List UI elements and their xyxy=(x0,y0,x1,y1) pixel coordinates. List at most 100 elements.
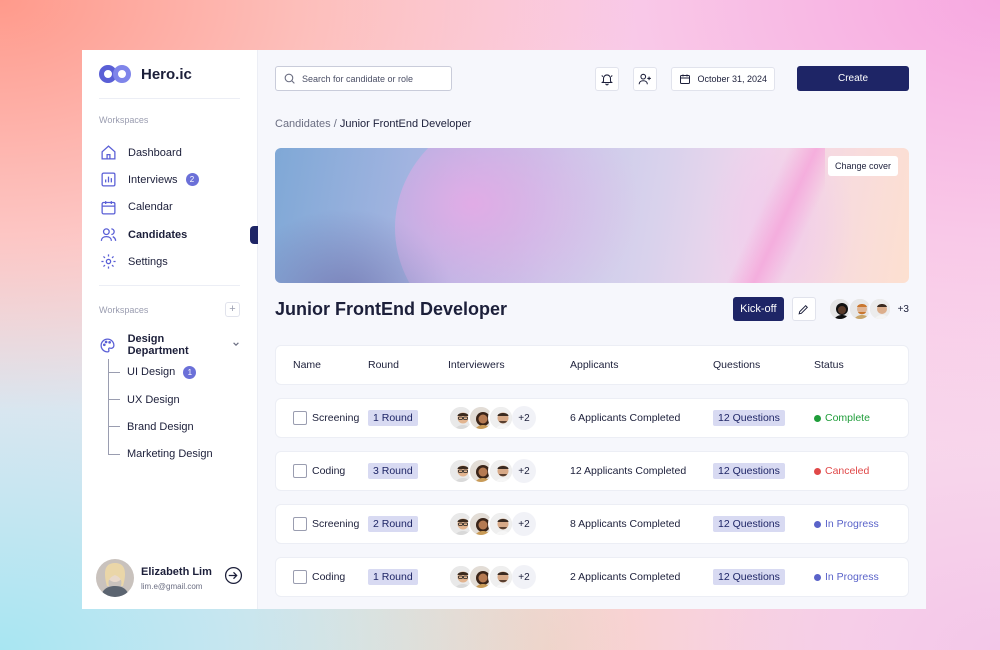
notifications-button[interactable] xyxy=(595,66,620,91)
avatar xyxy=(488,405,514,431)
interviewer-avatars[interactable]: +2 xyxy=(448,564,570,590)
sidebar-item-settings[interactable]: Settings xyxy=(99,248,240,275)
row-name: Coding xyxy=(312,571,346,583)
interviewer-avatars[interactable]: +2 xyxy=(448,458,570,484)
status-text: In Progress xyxy=(825,571,879,583)
questions-pill: 12 Questions xyxy=(713,463,785,479)
avatar xyxy=(867,297,892,321)
avatar xyxy=(488,564,514,590)
questions-pill: 12 Questions xyxy=(713,516,785,532)
sidebar-item-label: Calendar xyxy=(128,201,173,214)
sidebar-item-label: Dashboard xyxy=(128,146,182,159)
chart-icon xyxy=(99,171,117,189)
table-row[interactable]: Screening 2 Round +2 8 Applicants Comple… xyxy=(275,504,909,544)
change-cover-button[interactable]: Change cover xyxy=(827,156,898,176)
more-interviewers: +2 xyxy=(512,512,536,536)
sidebar-item-interviews[interactable]: Interviews 2 xyxy=(99,166,240,193)
users-icon xyxy=(99,226,117,244)
home-icon xyxy=(99,144,117,162)
table-row[interactable]: Coding 3 Round +2 12 Applicants Complete… xyxy=(275,451,909,491)
sub-item-label: Brand Design xyxy=(127,421,194,434)
status-text: Canceled xyxy=(825,465,870,477)
table-header: Name Round Interviewers Applicants Quest… xyxy=(275,345,909,385)
header-questions: Questions xyxy=(713,359,761,371)
team-avatars[interactable]: +3 xyxy=(827,297,909,321)
count-badge: 1 xyxy=(183,365,197,379)
avatar xyxy=(488,458,514,484)
rounds-table: Name Round Interviewers Applicants Quest… xyxy=(275,345,909,597)
table-row[interactable]: Screening 1 Round +2 6 Applicants Comple… xyxy=(275,398,909,438)
row-name: Screening xyxy=(312,518,360,530)
user-name: Elizabeth Lim xyxy=(141,565,212,578)
date-text: October 31, 2024 xyxy=(697,73,767,84)
add-user-button[interactable] xyxy=(633,66,658,91)
row-checkbox[interactable] xyxy=(293,464,307,478)
brand-name: Hero.ic xyxy=(141,65,192,83)
status-dot xyxy=(814,467,821,475)
interviewer-avatars[interactable]: +2 xyxy=(448,405,570,431)
status-badge: Canceled xyxy=(814,465,908,477)
kickoff-button[interactable]: Kick-off xyxy=(733,297,784,321)
more-interviewers: +2 xyxy=(512,406,536,430)
sub-item-label: Marketing Design xyxy=(127,448,213,461)
sidebar-item-calendar[interactable]: Calendar xyxy=(99,194,240,221)
user-profile[interactable]: Elizabeth Lim lim.e@gmail.com xyxy=(96,559,243,597)
applicants-text: 2 Applicants Completed xyxy=(570,571,681,583)
brand-logo[interactable]: Hero.ic xyxy=(99,50,240,98)
header-name: Name xyxy=(293,359,322,371)
status-text: In Progress xyxy=(825,518,879,530)
date-picker-button[interactable]: October 31, 2024 xyxy=(671,66,775,91)
sub-item-ux-design[interactable]: UX Design xyxy=(108,386,240,413)
sidebar-item-candidates[interactable]: Candidates xyxy=(99,221,258,248)
divider xyxy=(99,98,240,99)
search-placeholder: Search for candidate or role xyxy=(302,73,414,84)
search-icon xyxy=(284,73,295,84)
search-input[interactable]: Search for candidate or role xyxy=(275,66,452,91)
section-label-text: Workspaces xyxy=(99,115,149,125)
chevron-down-icon[interactable] xyxy=(232,339,240,351)
sidebar-item-dashboard[interactable]: Dashboard xyxy=(99,139,240,166)
add-workspace-button[interactable]: + xyxy=(225,302,240,318)
topbar: Search for candidate or role October 31,… xyxy=(275,50,909,107)
row-checkbox[interactable] xyxy=(293,570,307,584)
status-dot xyxy=(814,414,821,422)
interviewer-avatars[interactable]: +2 xyxy=(448,511,570,537)
count-badge: 2 xyxy=(185,173,199,187)
logo-icon xyxy=(99,64,133,84)
user-email: lim.e@gmail.com xyxy=(141,581,203,591)
sidebar-item-label: Interviews xyxy=(128,173,178,186)
sub-item-marketing-design[interactable]: Marketing Design xyxy=(108,441,240,468)
sub-item-ui-design[interactable]: UI Design 1 xyxy=(108,359,240,386)
round-pill: 1 Round xyxy=(368,410,418,426)
sidebar-item-label: Settings xyxy=(128,255,168,268)
workspace-group-design[interactable]: Design Department xyxy=(99,331,240,358)
questions-pill: 12 Questions xyxy=(713,569,785,585)
active-indicator xyxy=(250,225,258,244)
create-button[interactable]: Create xyxy=(797,66,909,91)
add-user-icon xyxy=(639,73,652,84)
header-interviewers: Interviewers xyxy=(448,359,505,371)
sub-item-label: UI Design xyxy=(127,366,176,379)
row-checkbox[interactable] xyxy=(293,517,307,531)
row-name: Coding xyxy=(312,465,346,477)
applicants-text: 6 Applicants Completed xyxy=(570,412,681,424)
avatar xyxy=(488,511,514,537)
bell-icon xyxy=(601,73,614,85)
row-checkbox[interactable] xyxy=(293,411,307,425)
round-pill: 2 Round xyxy=(368,516,418,532)
status-dot xyxy=(814,573,821,581)
workspace-sub-list: UI Design 1 UX Design Brand Design Marke… xyxy=(108,358,240,468)
round-pill: 1 Round xyxy=(368,569,418,585)
sub-item-label: UX Design xyxy=(127,393,180,406)
section-label-text: Workspaces xyxy=(99,304,149,315)
sub-item-brand-design[interactable]: Brand Design xyxy=(108,413,240,440)
status-dot xyxy=(814,520,821,528)
logout-icon[interactable] xyxy=(224,566,243,590)
edit-button[interactable] xyxy=(791,297,816,321)
breadcrumb-parent[interactable]: Candidates xyxy=(275,118,331,130)
pencil-icon xyxy=(798,304,809,315)
gear-icon xyxy=(99,253,117,271)
more-interviewers: +2 xyxy=(512,565,536,589)
breadcrumb-separator: / xyxy=(330,118,340,130)
table-row[interactable]: Coding 1 Round +2 2 Applicants Completed… xyxy=(275,557,909,597)
